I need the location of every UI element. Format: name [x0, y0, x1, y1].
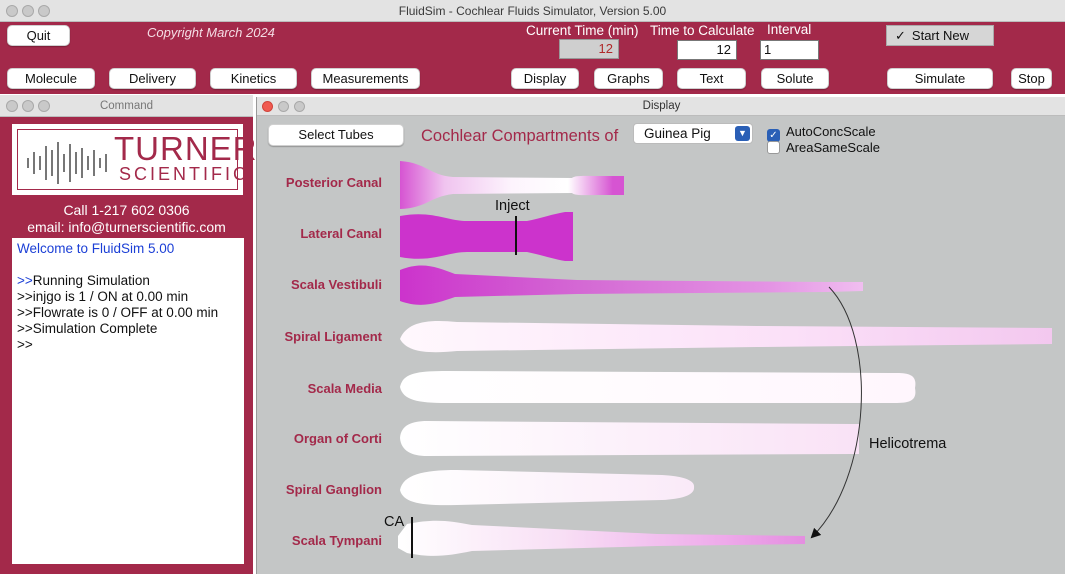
toolbar: Quit Copyright March 2024 Current Time (… [0, 22, 1065, 94]
measurements-button[interactable]: Measurements [311, 68, 420, 89]
start-new-label: Start New [911, 28, 969, 43]
start-new-checkbox[interactable]: ✓ Start New [886, 25, 994, 46]
graphs-button[interactable]: Graphs [594, 68, 663, 89]
quit-button[interactable]: Quit [7, 25, 70, 46]
command-window: Command TURNER SCIENTIFIC Call 1-217 602… [0, 95, 257, 574]
interval-field[interactable]: 1 [760, 40, 819, 60]
copyright-text: Copyright March 2024 [147, 25, 275, 40]
turner-scientific-logo: TURNER SCIENTIFIC [12, 124, 257, 195]
email-text[interactable]: email: info@turnerscientific.com [0, 219, 253, 235]
tube-scala-media [400, 371, 916, 403]
tube-scala-tympani [398, 520, 805, 556]
display-button[interactable]: Display [511, 68, 579, 89]
tube-lateral-canal [400, 212, 573, 261]
stop-button[interactable]: Stop [1011, 68, 1052, 89]
helicotrema-annotation: Helicotrema [869, 436, 947, 452]
simulate-button[interactable]: Simulate [887, 68, 993, 89]
inject-annotation: Inject [495, 198, 530, 214]
tube-spiral-ganglion [400, 470, 695, 506]
command-titlebar: Command [0, 95, 253, 117]
welcome-line: Welcome to FluidSim 5.00 [17, 241, 175, 256]
kinetics-button[interactable]: Kinetics [210, 68, 297, 89]
main-titlebar: FluidSim - Cochlear Fluids Simulator, Ve… [0, 0, 1065, 22]
display-window: Display Select Tubes Cochlear Compartmen… [256, 97, 1065, 574]
console-output[interactable]: Welcome to FluidSim 5.00 >>Running Simul… [12, 238, 244, 564]
delivery-button[interactable]: Delivery [109, 68, 196, 89]
console-line: >>Simulation Complete [17, 321, 158, 336]
waveform-icon [27, 142, 107, 184]
console-line: >>Flowrate is 0 / OFF at 0.00 min [17, 305, 219, 320]
time-to-calc-label: Time to Calculate [650, 23, 755, 38]
text-button[interactable]: Text [677, 68, 746, 89]
phone-text: Call 1-217 602 0306 [63, 202, 190, 218]
current-time-label: Current Time (min) [526, 23, 639, 38]
tube-scala-vestibuli [400, 265, 863, 305]
time-to-calc-field[interactable]: 12 [677, 40, 737, 60]
tube-organ-of-corti [400, 421, 859, 456]
solute-button[interactable]: Solute [761, 68, 829, 89]
checkmark-icon: ✓ [895, 28, 906, 43]
interval-label: Interval [767, 22, 812, 37]
console-line: >> [17, 337, 33, 352]
logo-word-scientific: SCIENTIFIC [119, 164, 250, 184]
helicotrema-arrow [810, 286, 862, 539]
command-title: Command [99, 100, 154, 112]
current-time-field: 12 [559, 39, 619, 59]
console-line: >>Running Simulation [17, 273, 150, 288]
tube-spiral-ligament [400, 320, 1052, 353]
ca-annotation: CA [384, 514, 405, 530]
molecule-button[interactable]: Molecule [7, 68, 95, 89]
window-title: FluidSim - Cochlear Fluids Simulator, Ve… [398, 4, 667, 18]
logo-word-turner: TURNER [114, 130, 258, 167]
tube-display [398, 161, 1052, 558]
console-line: >>injgo is 1 / ON at 0.00 min [17, 289, 189, 304]
